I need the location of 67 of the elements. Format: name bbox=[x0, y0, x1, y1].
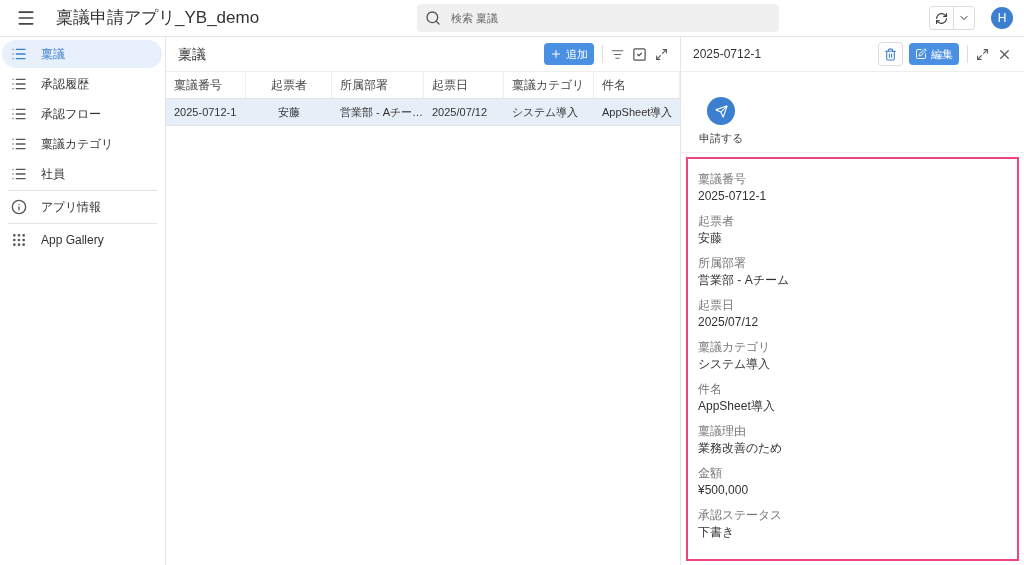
field-label: 稟議カテゴリ bbox=[698, 339, 771, 355]
field-value: 業務改善のため bbox=[698, 440, 783, 457]
field-label: 稟議理由 bbox=[698, 423, 747, 439]
user-avatar[interactable]: H bbox=[991, 7, 1013, 29]
field-value: AppSheet導入 bbox=[698, 398, 776, 415]
field-value: 営業部 - Aチーム bbox=[698, 272, 790, 289]
sync-icon bbox=[935, 11, 948, 25]
select-button[interactable] bbox=[632, 46, 647, 62]
filter-button[interactable] bbox=[611, 47, 624, 61]
expand-button[interactable] bbox=[976, 47, 989, 61]
table-cell-text: 2025/07/12 bbox=[431, 105, 489, 120]
field-value: 安藤 bbox=[698, 230, 723, 247]
table-row[interactable]: 2025-0712-1 安藤 営業部 - Aチー… 2025/07/12 システム導入 AppSheet導入 bbox=[166, 99, 680, 126]
field-label: 所属部署 bbox=[698, 255, 747, 271]
sidebar-item[interactable]: 稟議 bbox=[2, 40, 162, 68]
expand-icon bbox=[976, 47, 989, 61]
field-label: 起票者 bbox=[698, 213, 735, 229]
list-icon bbox=[11, 166, 27, 182]
field-value: ¥500,000 bbox=[698, 482, 750, 499]
table-cell-text: 営業部 - Aチー… bbox=[339, 105, 424, 120]
column-header[interactable]: 件名 bbox=[594, 72, 680, 98]
list-icon bbox=[11, 76, 27, 92]
view-title: 稟議 bbox=[178, 44, 207, 64]
expand-icon bbox=[655, 47, 668, 61]
list-icon bbox=[11, 136, 27, 152]
field-label: 金額 bbox=[698, 465, 723, 481]
search-icon bbox=[425, 10, 442, 26]
sidebar-item[interactable]: 承認履歴 bbox=[2, 70, 162, 98]
field-label: 承認ステータス bbox=[698, 507, 783, 523]
pencil-icon bbox=[915, 48, 927, 60]
grid-icon bbox=[11, 232, 27, 248]
trash-icon bbox=[884, 47, 897, 61]
submit-action-button[interactable]: 申請する bbox=[699, 97, 743, 147]
menu-icon bbox=[16, 8, 36, 28]
list-icon bbox=[11, 46, 27, 62]
column-header[interactable]: 起票者 bbox=[246, 72, 332, 98]
filter-icon bbox=[611, 47, 624, 61]
table-cell-text: 2025-0712-1 bbox=[173, 105, 238, 120]
field-label: 件名 bbox=[698, 381, 723, 397]
field-value: システム導入 bbox=[698, 356, 771, 373]
app-title: 稟議申請アプリ_YB_demo bbox=[56, 7, 260, 30]
field-label: 稟議番号 bbox=[698, 171, 747, 187]
plus-icon bbox=[550, 48, 562, 60]
search-field[interactable]: 検索 稟議 bbox=[417, 4, 780, 32]
column-header[interactable]: 起票日 bbox=[424, 72, 504, 98]
send-glyph-icon bbox=[714, 104, 728, 118]
detail-title: 2025-0712-1 bbox=[693, 46, 763, 63]
sidebar-item[interactable]: アプリ情報 bbox=[2, 193, 162, 221]
field-label: 起票日 bbox=[698, 297, 735, 313]
sidebar-item[interactable]: 承認フロー bbox=[2, 100, 162, 128]
expand-button[interactable] bbox=[655, 47, 668, 61]
table-cell-text: システム導入 bbox=[511, 105, 579, 120]
sidebar-item[interactable]: App Gallery bbox=[2, 226, 162, 254]
list-icon bbox=[11, 106, 27, 122]
delete-button[interactable] bbox=[878, 42, 903, 66]
table-cell-text: AppSheet導入 bbox=[601, 105, 674, 120]
sidebar-item[interactable]: 社員 bbox=[2, 160, 162, 188]
field-value: 2025-0712-1 bbox=[698, 188, 768, 205]
column-header[interactable]: 所属部署 bbox=[332, 72, 424, 98]
field-value: 下書き bbox=[698, 524, 735, 541]
sidebar-item[interactable]: 稟議カテゴリ bbox=[2, 130, 162, 158]
checkbox-icon bbox=[632, 46, 647, 62]
column-header[interactable]: 稟議番号 bbox=[166, 72, 246, 98]
table-cell-text: 安藤 bbox=[277, 105, 301, 120]
column-header[interactable]: 稟議カテゴリ bbox=[504, 72, 594, 98]
field-value: 2025/07/12 bbox=[698, 314, 760, 331]
info-icon bbox=[11, 199, 27, 215]
